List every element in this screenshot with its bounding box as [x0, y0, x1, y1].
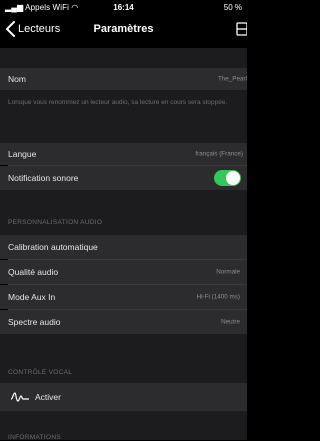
name-label: Nom [8, 74, 26, 84]
audio-row-quality[interactable]: Qualité audio Normale [0, 260, 247, 284]
battery-indicator: 50 % [223, 3, 242, 12]
aux-mode-label: Mode Aux In [8, 292, 56, 302]
audio-row-calibration[interactable]: Calibration automatique [0, 235, 247, 259]
name-value: The_Pearl [217, 75, 247, 83]
navigation-bar: Lecteurs Paramètres [0, 14, 247, 48]
audio-section-header-area [0, 190, 247, 235]
rename-note: Lorsque vous renommez un lecteur audio, … [8, 99, 228, 106]
audio-section-header: PERSONNALISATION AUDIO [8, 219, 103, 226]
device-icon[interactable] [235, 20, 247, 38]
group-spacer [0, 48, 247, 68]
quality-value: Normale [216, 268, 240, 276]
notification-label: Notification sonore [8, 173, 79, 183]
activate-label: Activer [35, 392, 61, 402]
toggle-knob [226, 171, 240, 185]
voice-section-header: CONTRÔLE VOCAL [8, 369, 73, 376]
page-title: Paramètres [93, 23, 154, 35]
notification-toggle[interactable] [214, 170, 241, 186]
language-label: Langue [8, 149, 37, 159]
status-time: 16:14 [113, 3, 134, 12]
audio-row-aux-mode[interactable]: Mode Aux In Hi-Fi (1400 ms) [0, 285, 247, 309]
notification-row: Notification sonore [0, 166, 247, 190]
rename-note-area [0, 90, 247, 130]
status-bar: ▂▄▆ Appels WiFi ◠ 16:14 50 % [0, 0, 247, 14]
name-row[interactable]: Nom The_Pearl [0, 68, 247, 90]
language-value: français (France) [195, 150, 243, 158]
audio-row-spectrum[interactable]: Spectre audio Neutre [0, 310, 247, 334]
aux-mode-value: Hi-Fi (1400 ms) [196, 293, 240, 301]
group-spacer [0, 130, 247, 143]
calibration-label: Calibration automatique [8, 242, 98, 252]
spectrum-label: Spectre audio [8, 317, 61, 327]
spectrum-value: Neutre [221, 318, 240, 326]
quality-label: Qualité audio [8, 267, 59, 277]
language-row[interactable]: Langue français (France) [0, 143, 247, 165]
voice-activate-row[interactable]: Activer [0, 383, 247, 411]
voice-assistant-icon [10, 392, 29, 402]
